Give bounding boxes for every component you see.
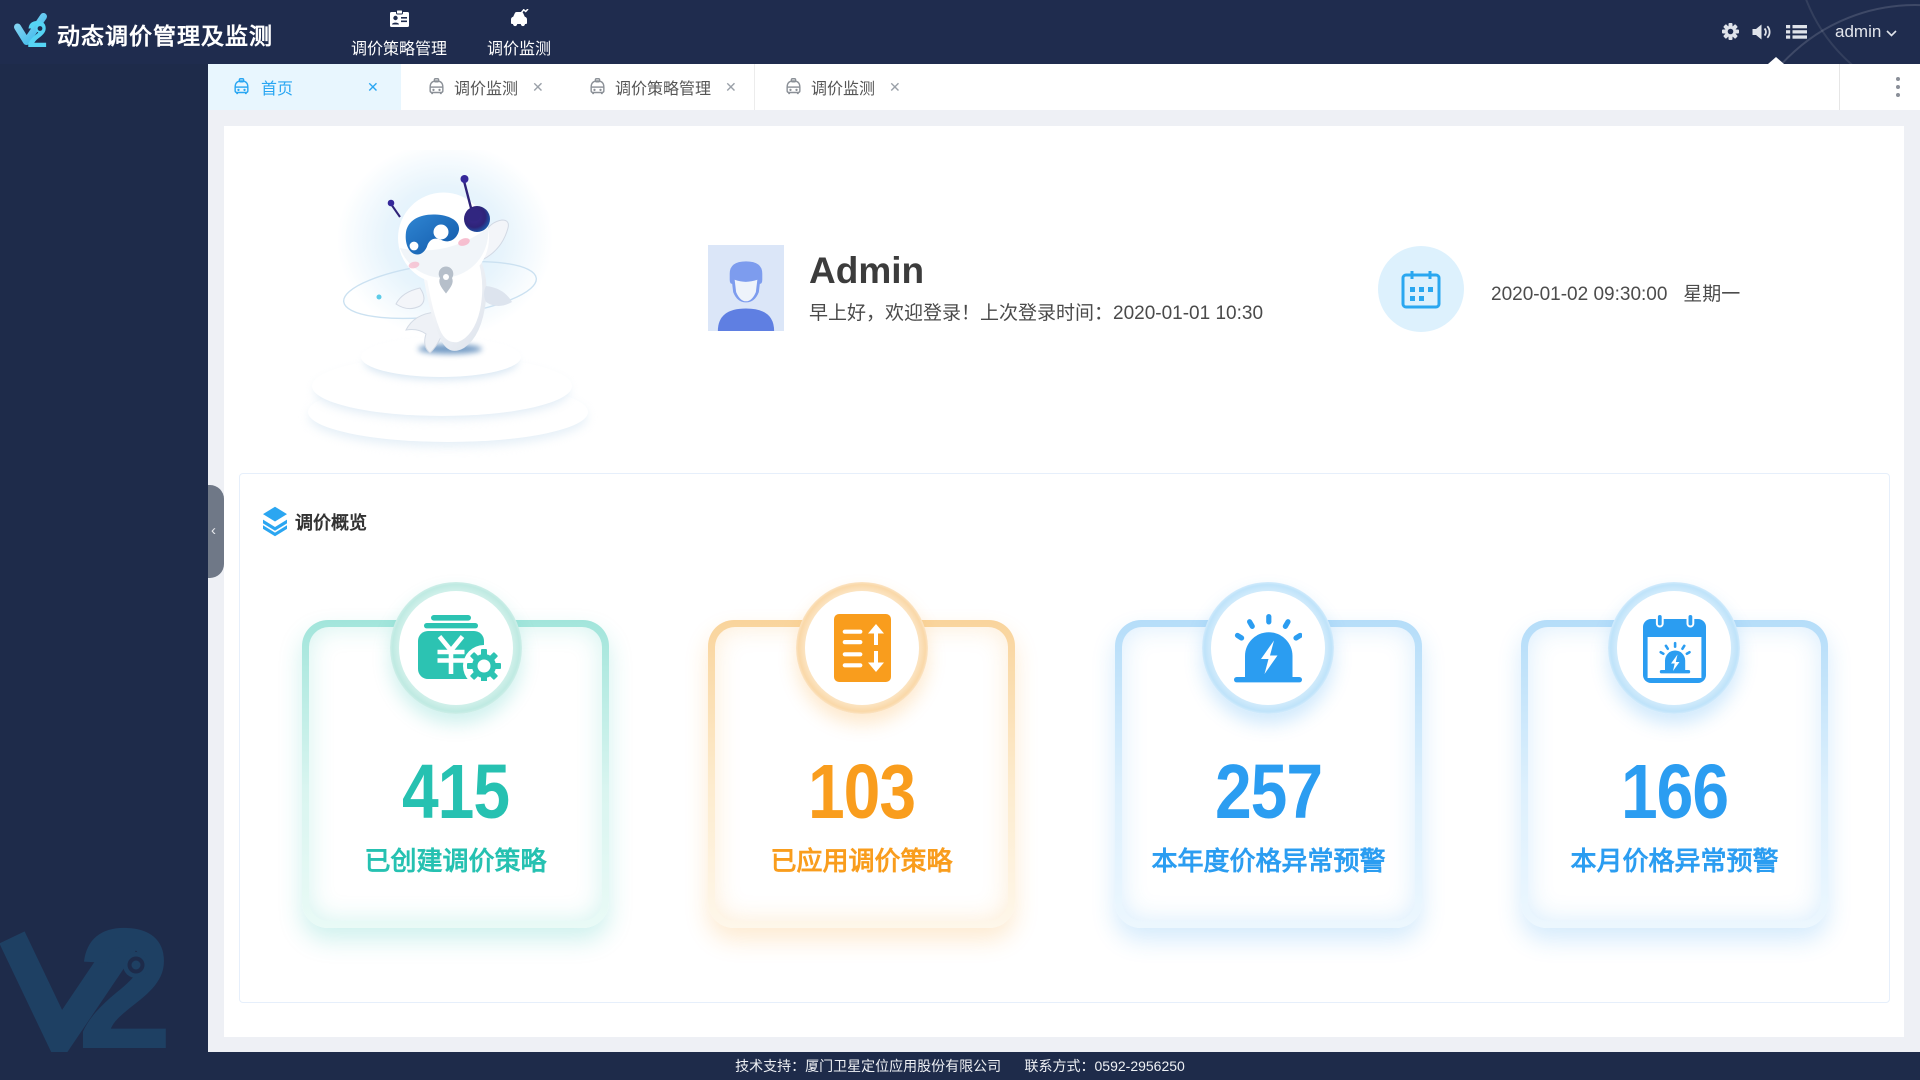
svg-text:2: 2	[27, 14, 48, 55]
svg-text:2: 2	[77, 920, 173, 1060]
